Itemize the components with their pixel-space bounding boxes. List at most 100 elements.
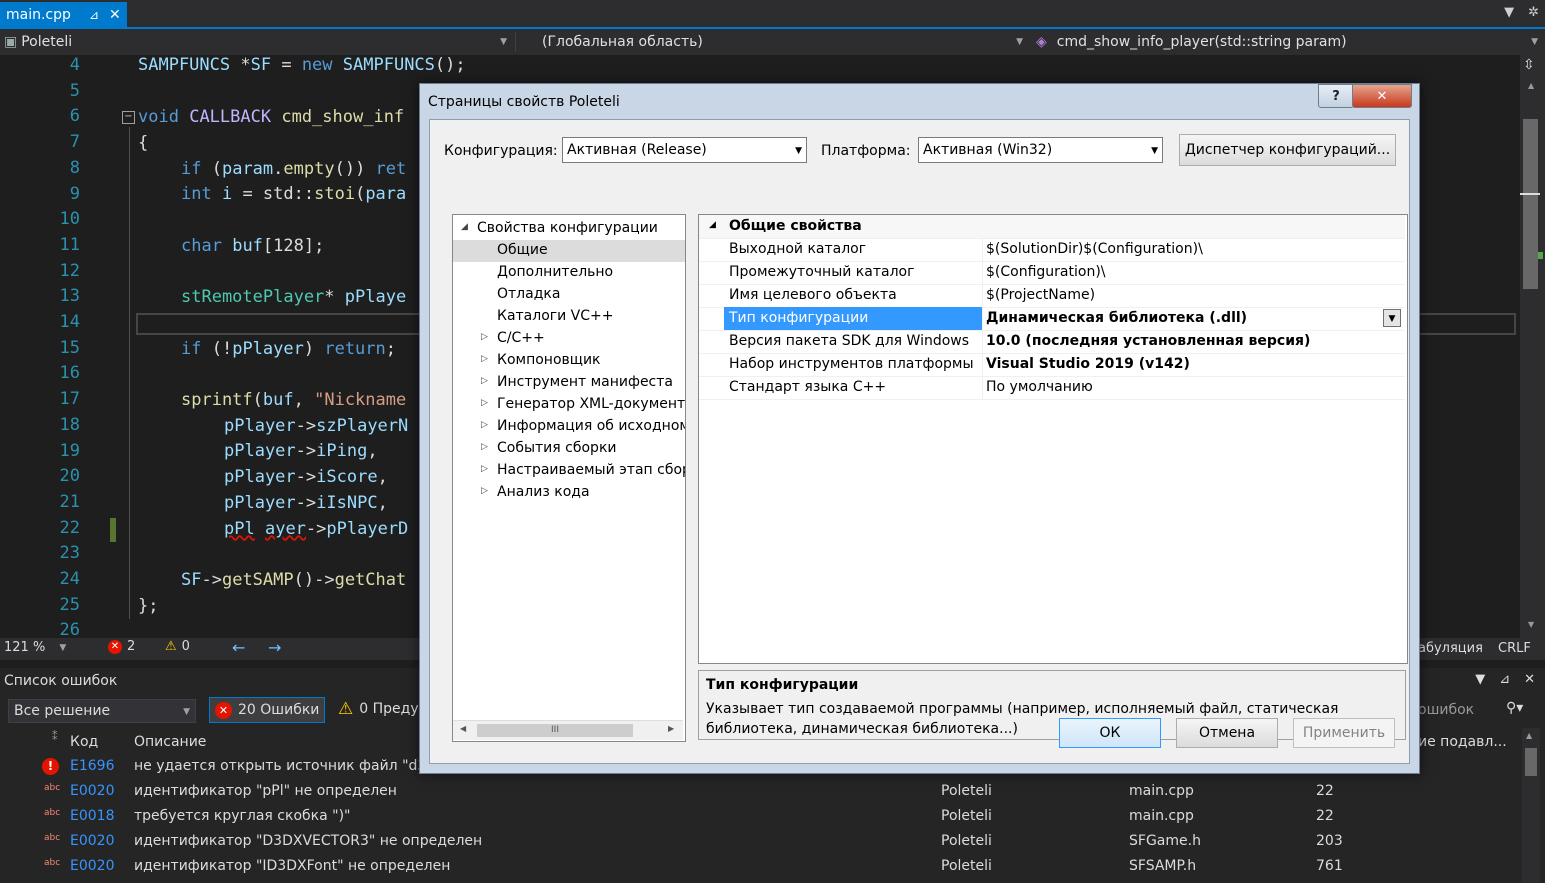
apply-button[interactable]: Применить	[1293, 718, 1395, 748]
error-count[interactable]: ✕ 2	[108, 639, 135, 654]
scroll-thumb[interactable]	[1523, 119, 1538, 289]
close-button[interactable]: ✕	[1352, 84, 1412, 108]
pin-icon[interactable]: ⊿	[1499, 672, 1510, 687]
collapse-icon[interactable]: −	[122, 111, 135, 124]
collapse-triangle-icon[interactable]: ◢	[461, 222, 468, 232]
error-row[interactable]: abc E0020 идентификатор "ID3DXFont" не опр…	[0, 855, 1520, 880]
editor-vertical-scrollbar[interactable]: ⇳ ▲ ▼	[1520, 55, 1545, 638]
property-tree[interactable]: ◢ Свойства конфигурации Общие Дополнительно…	[452, 214, 686, 742]
expand-triangle-icon[interactable]: ▷	[481, 420, 488, 430]
dialog-title: Страницы свойств Poleteli	[428, 94, 620, 110]
property-row[interactable]: Набор инструментов платформы Visual Studi…	[699, 353, 1405, 377]
property-value: $(Configuration)\	[986, 264, 1106, 280]
warning-icon: ⚠	[338, 699, 354, 719]
scope-dropdown[interactable]: (Глобальная область) ▼	[515, 32, 1025, 52]
expand-triangle-icon[interactable]: ▷	[481, 486, 488, 496]
error-code[interactable]: E0020	[70, 833, 114, 849]
scroll-down-icon[interactable]: ▼	[1528, 620, 1534, 629]
tree-item-label: События сборки	[497, 440, 617, 456]
tree-item[interactable]: ▷ C/C++	[453, 328, 685, 350]
error-row[interactable]: abc E0018 требуется круглая скобка ")" Pole…	[0, 805, 1520, 830]
configuration-manager-button[interactable]: Диспетчер конфигураций...	[1179, 134, 1396, 166]
tab-main-cpp[interactable]: main.cpp ⊿ ✕	[0, 2, 127, 27]
help-button[interactable]: ?	[1318, 84, 1354, 108]
scope-name: (Глобальная область)	[542, 34, 703, 50]
expand-triangle-icon[interactable]: ▷	[481, 332, 488, 342]
forward-arrow-icon[interactable]: →	[268, 638, 281, 657]
column-header-suppression[interactable]: ие подавл...	[1418, 734, 1507, 750]
tree-item[interactable]: ▷ События сборки	[453, 438, 685, 460]
warnings-filter-button[interactable]: ⚠ 0 Преду	[338, 699, 419, 719]
scroll-left-icon[interactable]: ◀	[460, 724, 466, 733]
tab-dropdown-icon[interactable]: ▼	[1504, 5, 1514, 20]
split-icon[interactable]: ⇳	[1523, 57, 1535, 73]
property-row[interactable]: ▼ Тип конфигурации Динамическая библиотека…	[699, 307, 1405, 331]
error-row[interactable]: abc E0020 идентификатор "D3DXVECTOR3" не о…	[0, 830, 1520, 855]
tree-item[interactable]: ▷ Анализ кода	[453, 482, 685, 504]
scroll-up-icon[interactable]: ▲	[1528, 81, 1534, 90]
error-code[interactable]: E0018	[70, 808, 114, 824]
back-arrow-icon[interactable]: ←	[232, 638, 245, 657]
grid-section-header[interactable]: ◢ Общие свойства	[699, 215, 1405, 239]
error-project: Poleteli	[941, 833, 992, 849]
tree-item[interactable]: Общие	[453, 240, 685, 262]
tree-horizontal-scrollbar[interactable]: ◀ III ▶	[453, 720, 683, 740]
value-dropdown-button[interactable]: ▼	[1383, 309, 1401, 327]
expand-triangle-icon[interactable]: ▷	[481, 464, 488, 474]
ok-button[interactable]: ОК	[1059, 718, 1161, 748]
error-row[interactable]: abc E0020 идентификатор "pPl" не определен…	[0, 780, 1520, 805]
indent-mode[interactable]: абуляция	[1418, 641, 1483, 656]
settings-icon[interactable]: ✲	[1528, 5, 1539, 20]
close-icon[interactable]: ✕	[1524, 672, 1535, 687]
property-grid[interactable]: ◢ Общие свойства Выходной каталог $(Solut…	[698, 214, 1408, 664]
property-row[interactable]: Имя целевого объекта $(ProjectName)	[699, 284, 1405, 308]
cancel-button[interactable]: Отмена	[1176, 718, 1278, 748]
expand-triangle-icon[interactable]: ▷	[481, 398, 488, 408]
tree-item[interactable]: Отладка	[453, 284, 685, 306]
error-code[interactable]: E1696	[70, 758, 114, 774]
error-description: идентификатор "pPl" не определен	[134, 783, 397, 799]
errors-filter-button[interactable]: ✕ 20 Ошибки	[209, 697, 325, 723]
property-row[interactable]: Выходной каталог $(SolutionDir)$(Configur…	[699, 238, 1405, 262]
line-ending[interactable]: CRLF	[1498, 641, 1531, 656]
pin-icon[interactable]: ⊿	[89, 8, 99, 22]
platform-select[interactable]: Активная (Win32) ▼	[918, 137, 1163, 163]
error-code[interactable]: E0020	[70, 783, 114, 799]
sort-icon[interactable]: ⁑	[52, 730, 58, 743]
configuration-select[interactable]: Активная (Release) ▼	[562, 137, 807, 163]
property-row[interactable]: Стандарт языка C++ По умолчанию	[699, 376, 1405, 400]
scroll-thumb[interactable]: III	[477, 724, 633, 737]
zoom-control[interactable]: 121 % ▼	[4, 640, 66, 655]
scroll-right-icon[interactable]: ▶	[668, 724, 674, 733]
tree-item[interactable]: ▷ Информация об исходном	[453, 416, 685, 438]
code-line-24: SF->getSAMP()->getChat	[181, 570, 407, 590]
expand-triangle-icon[interactable]: ▷	[481, 442, 488, 452]
line-number: 21	[59, 491, 80, 512]
warning-count[interactable]: ⚠ 0	[165, 639, 190, 654]
expand-triangle-icon[interactable]: ▷	[481, 354, 488, 364]
tree-item[interactable]: Каталоги VC++	[453, 306, 685, 328]
project-dropdown[interactable]: ▣ Poleteli ▼	[4, 32, 509, 52]
column-header-description[interactable]: Описание	[134, 734, 206, 750]
error-code[interactable]: E0020	[70, 858, 114, 874]
member-dropdown[interactable]: ◈ cmd_show_info_player(std::string param…	[1030, 32, 1540, 52]
scope-select[interactable]: Все решение ▼	[8, 699, 196, 723]
tree-item[interactable]: ▷ Компоновщик	[453, 350, 685, 372]
column-header-code[interactable]: Код	[70, 734, 98, 750]
scroll-thumb[interactable]	[1525, 748, 1537, 776]
dropdown-icon[interactable]: ▼	[1475, 672, 1485, 687]
intellisense-error-icon: abc	[44, 808, 61, 818]
tree-item[interactable]: ▷ Инструмент манифеста	[453, 372, 685, 394]
close-tab-icon[interactable]: ✕	[109, 7, 121, 23]
tree-item[interactable]: Дополнительно	[453, 262, 685, 284]
tree-item[interactable]: ▷ Настраиваемый этап сбор	[453, 460, 685, 482]
error-list-scrollbar[interactable]: ▲	[1522, 728, 1540, 883]
config-value: Активная (Release)	[567, 142, 707, 158]
expand-triangle-icon[interactable]: ▷	[481, 376, 488, 386]
scroll-up-icon[interactable]: ▲	[1526, 731, 1532, 740]
search-errors-input[interactable]: ошибок ⚲▾	[1418, 700, 1538, 718]
property-row[interactable]: Версия пакета SDK для Windows 10.0 (после…	[699, 330, 1405, 354]
tree-item[interactable]: ▷ Генератор XML-документо	[453, 394, 685, 416]
tree-root-item[interactable]: ◢ Свойства конфигурации	[453, 218, 685, 240]
property-row[interactable]: Промежуточный каталог $(Configuration)\	[699, 261, 1405, 285]
